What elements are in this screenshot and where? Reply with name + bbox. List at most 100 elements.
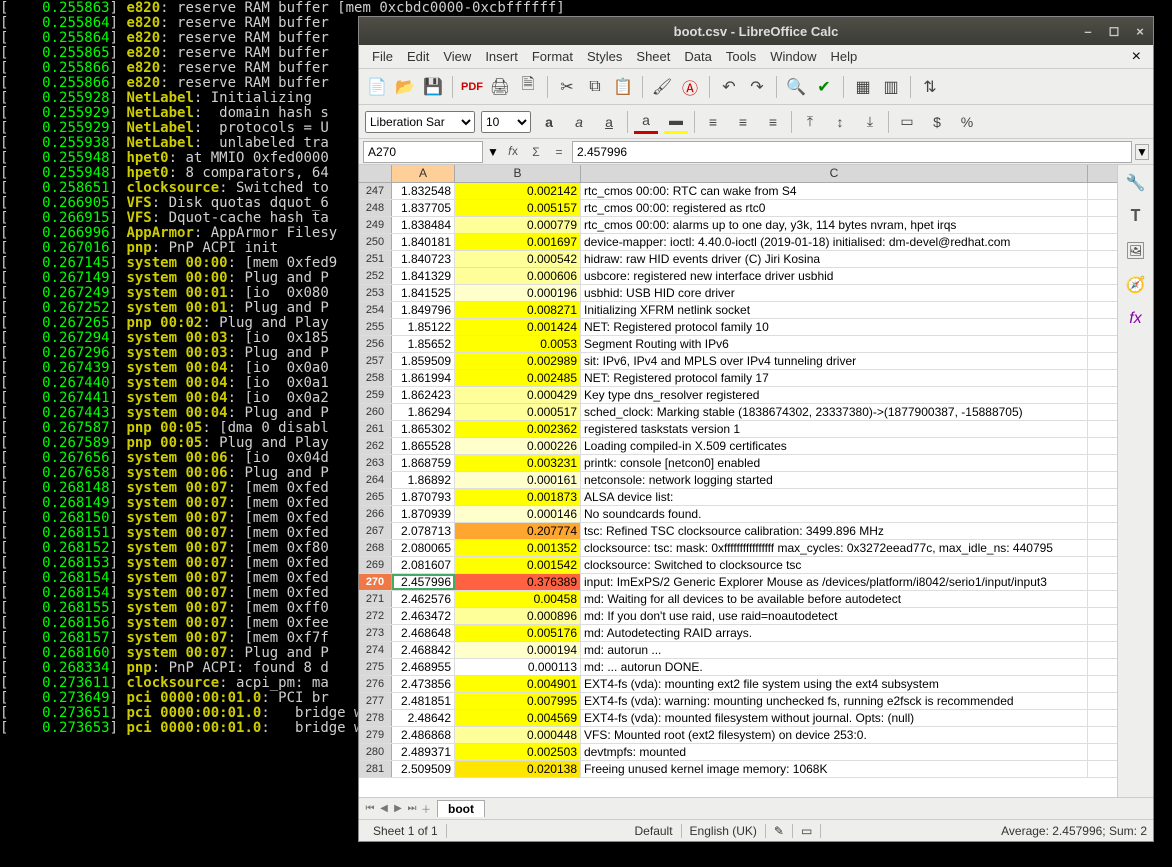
table-row[interactable]: 2692.0816070.001542clocksource: Switched…	[359, 557, 1117, 574]
row-header[interactable]: 258	[359, 370, 392, 386]
table-row[interactable]: 2732.4686480.005176md: Autodetecting RAI…	[359, 625, 1117, 642]
table-row[interactable]: 2772.4818510.007995EXT4-fs (vda): warnin…	[359, 693, 1117, 710]
cell-c[interactable]: EXT4-fs (vda): mounting ext2 file system…	[581, 676, 1088, 692]
table-row[interactable]: 2631.8687590.003231printk: console [netc…	[359, 455, 1117, 472]
cell-c[interactable]: Key type dns_resolver registered	[581, 387, 1088, 403]
cell-c[interactable]: md: Waiting for all devices to be availa…	[581, 591, 1088, 607]
cell-a[interactable]: 1.870793	[392, 489, 455, 505]
menu-tools[interactable]: Tools	[719, 47, 763, 66]
cell-b[interactable]: 0.001352	[455, 540, 581, 556]
table-row[interactable]: 2541.8497960.008271Initializing XFRM net…	[359, 302, 1117, 319]
cell-c[interactable]: Segment Routing with IPv6	[581, 336, 1088, 352]
col-icon[interactable]: ▥	[879, 75, 903, 99]
cell-c[interactable]: input: ImExPS/2 Generic Explorer Mouse a…	[581, 574, 1088, 590]
row-header[interactable]: 260	[359, 404, 392, 420]
cell-b[interactable]: 0.005157	[455, 200, 581, 216]
table-row[interactable]: 2742.4688420.000194md: autorun ...	[359, 642, 1117, 659]
cell-b[interactable]: 0.001542	[455, 557, 581, 573]
percent-icon[interactable]: %	[955, 110, 979, 134]
cell-c[interactable]: sched_clock: Marking stable (1838674302,…	[581, 404, 1088, 420]
open-icon[interactable]: 📂	[393, 75, 417, 99]
table-row[interactable]: 2702.4579960.376389input: ImExPS/2 Gener…	[359, 574, 1117, 591]
row-header[interactable]: 249	[359, 217, 392, 233]
currency-icon[interactable]: $	[925, 110, 949, 134]
menu-insert[interactable]: Insert	[478, 47, 525, 66]
cell-b[interactable]: 0.002503	[455, 744, 581, 760]
cell-a[interactable]: 2.481851	[392, 693, 455, 709]
menu-view[interactable]: View	[436, 47, 478, 66]
row-header[interactable]: 262	[359, 438, 392, 454]
redo-icon[interactable]: ↷	[745, 75, 769, 99]
cell-c[interactable]: usbcore: registered new interface driver…	[581, 268, 1088, 284]
row-header[interactable]: 279	[359, 727, 392, 743]
cell-c[interactable]: Initializing XFRM netlink socket	[581, 302, 1088, 318]
cell-b[interactable]: 0.000194	[455, 642, 581, 658]
cell-b[interactable]: 0.001873	[455, 489, 581, 505]
row-header[interactable]: 272	[359, 608, 392, 624]
cell-a[interactable]: 2.468955	[392, 659, 455, 675]
cell-c[interactable]: sit: IPv6, IPv4 and MPLS over IPv4 tunne…	[581, 353, 1088, 369]
table-row[interactable]: 2762.4738560.004901EXT4-fs (vda): mounti…	[359, 676, 1117, 693]
cell-a[interactable]: 1.85652	[392, 336, 455, 352]
cell-b[interactable]: 0.000226	[455, 438, 581, 454]
cell-a[interactable]: 1.840723	[392, 251, 455, 267]
table-row[interactable]: 2802.4893710.002503devtmpfs: mounted	[359, 744, 1117, 761]
select-all-corner[interactable]	[359, 165, 392, 182]
table-row[interactable]: 2792.4868680.000448VFS: Mounted root (ex…	[359, 727, 1117, 744]
function-wizard-icon[interactable]: 𝑓x	[503, 142, 523, 162]
table-row[interactable]: 2511.8407230.000542hidraw: raw HID event…	[359, 251, 1117, 268]
table-row[interactable]: 2621.8655280.000226Loading compiled-in X…	[359, 438, 1117, 455]
cell-b[interactable]: 0.0053	[455, 336, 581, 352]
table-row[interactable]: 2571.8595090.002989sit: IPv6, IPv4 and M…	[359, 353, 1117, 370]
properties-icon[interactable]: 🔧	[1124, 171, 1148, 195]
row-icon[interactable]: ▦	[851, 75, 875, 99]
cell-a[interactable]: 1.861994	[392, 370, 455, 386]
cell-c[interactable]: device-mapper: ioctl: 4.40.0-ioctl (2019…	[581, 234, 1088, 250]
cell-b[interactable]: 0.002989	[455, 353, 581, 369]
row-header[interactable]: 275	[359, 659, 392, 675]
bold-icon[interactable]: a	[537, 110, 561, 134]
row-header[interactable]: 257	[359, 353, 392, 369]
font-name-select[interactable]: Liberation Sar	[365, 111, 475, 133]
table-row[interactable]: 2712.4625760.00458md: Waiting for all de…	[359, 591, 1117, 608]
tab-last-icon[interactable]: ⏭	[405, 803, 419, 814]
cell-c[interactable]: md: Autodetecting RAID arrays.	[581, 625, 1088, 641]
row-header[interactable]: 280	[359, 744, 392, 760]
cell-b[interactable]: 0.001697	[455, 234, 581, 250]
cell-b[interactable]: 0.001424	[455, 319, 581, 335]
close-document-icon[interactable]: ×	[1126, 48, 1147, 66]
cell-c[interactable]: NET: Registered protocol family 10	[581, 319, 1088, 335]
cell-a[interactable]: 2.509509	[392, 761, 455, 777]
row-header[interactable]: 276	[359, 676, 392, 692]
cell-c[interactable]: devtmpfs: mounted	[581, 744, 1088, 760]
cell-c[interactable]: registered taskstats version 1	[581, 421, 1088, 437]
menu-edit[interactable]: Edit	[400, 47, 436, 66]
row-header[interactable]: 269	[359, 557, 392, 573]
cell-a[interactable]: 1.865302	[392, 421, 455, 437]
font-size-select[interactable]: 10	[481, 111, 531, 133]
cell-a[interactable]: 2.468648	[392, 625, 455, 641]
row-header[interactable]: 266	[359, 506, 392, 522]
menu-help[interactable]: Help	[823, 47, 864, 66]
row-header[interactable]: 263	[359, 455, 392, 471]
table-row[interactable]: 2641.868920.000161netconsole: network lo…	[359, 472, 1117, 489]
underline-icon[interactable]: a	[597, 110, 621, 134]
save-icon[interactable]: 💾	[421, 75, 445, 99]
maximize-button[interactable]: ◻	[1105, 22, 1123, 40]
cell-a[interactable]: 2.457996	[392, 574, 455, 590]
cell-a[interactable]: 1.841525	[392, 285, 455, 301]
print-preview-icon[interactable]: 🗎	[516, 75, 540, 99]
cell-a[interactable]: 1.837705	[392, 200, 455, 216]
valign-mid-icon[interactable]: ↕	[828, 110, 852, 134]
clone-format-icon[interactable]: 🖌	[650, 75, 674, 99]
italic-icon[interactable]: a	[567, 110, 591, 134]
cell-c[interactable]: EXT4-fs (vda): warning: mounting uncheck…	[581, 693, 1088, 709]
align-right-icon[interactable]: ≡	[761, 110, 785, 134]
status-selmode-icon[interactable]: ▭	[793, 824, 821, 838]
cell-b[interactable]: 0.000146	[455, 506, 581, 522]
tab-prev-icon[interactable]: ◀	[377, 803, 391, 814]
row-header[interactable]: 254	[359, 302, 392, 318]
cell-b[interactable]: 0.004569	[455, 710, 581, 726]
cell-b[interactable]: 0.00458	[455, 591, 581, 607]
table-row[interactable]: 2611.8653020.002362registered taskstats …	[359, 421, 1117, 438]
